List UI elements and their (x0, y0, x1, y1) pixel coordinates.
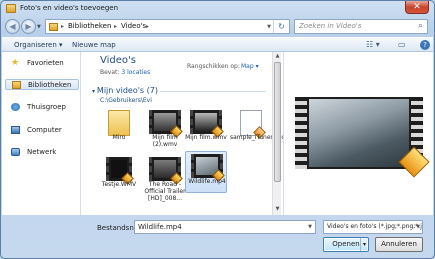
star-icon: ★ (11, 58, 20, 68)
command-bar: Organiseren ▾ Nieuwe map ☷ ▾ ▭ ? (2, 37, 433, 52)
sidebar-item-label: Netwerk (27, 148, 57, 156)
group-divider (160, 91, 266, 92)
sidebar-item-label: Thuisgroep (27, 103, 66, 111)
video-thumbnail-icon (149, 157, 183, 185)
breadcrumb-separator[interactable]: ▸ (61, 23, 64, 30)
breadcrumb-bibliotheken[interactable]: Bibliotheken (68, 22, 111, 30)
video-thumbnail-icon (106, 157, 134, 185)
filename-value: Wildlife.mp4 (138, 223, 182, 231)
file-list-pane: Video's Bevat: 3 locaties Rangschikken o… (82, 52, 289, 215)
refresh-button[interactable]: ↻ (273, 20, 289, 33)
sidebar-item-bibliotheken[interactable]: Bibliotheken (5, 79, 79, 90)
preview-pane (283, 52, 433, 215)
file-item-miro[interactable]: Miro (98, 108, 140, 156)
film-strip-left (295, 97, 307, 169)
sidebar-item-label: Computer (27, 126, 62, 134)
homegroup-icon (11, 103, 20, 111)
recent-pages-dropdown[interactable]: ▼ (37, 24, 41, 30)
group-title: Mijn video's (7) (96, 86, 158, 95)
breadcrumb-separator[interactable]: ▸ (146, 23, 149, 30)
library-icon (49, 23, 58, 31)
new-folder-button[interactable]: Nieuwe map (72, 41, 116, 49)
library-includes: Bevat: 3 locaties (100, 69, 150, 76)
open-button[interactable]: Openen ▾ (323, 237, 369, 252)
search-icon[interactable]: ⌕ (418, 21, 423, 31)
folder-icon (6, 4, 16, 13)
file-item-wildlife[interactable]: Wildlife.mp4 (185, 151, 227, 193)
file-name: Mijn film.wmv (185, 134, 227, 141)
forward-button[interactable]: ▶ (21, 19, 36, 34)
library-header: Video's Bevat: 3 locaties Rangschikken o… (82, 52, 282, 82)
preview-image (309, 99, 409, 167)
breadcrumb-separator[interactable]: ▸ (114, 23, 117, 30)
video-thumbnail-icon (149, 110, 183, 138)
dialog-window: Foto's en video's toevoegen ✕ ◀ ▶ ▼ ▸ Bi… (0, 0, 435, 259)
address-bar[interactable]: ▸ Bibliotheken ▸ Video's ▸ ▼ ↻ (45, 19, 290, 34)
sidebar-item-favorieten[interactable]: ★ Favorieten (5, 58, 79, 69)
filetype-value: Video's en foto's (*.jpg;*.png;*.j (327, 223, 422, 230)
document-icon (240, 110, 266, 139)
search-input[interactable]: Zoeken in Video's ⌕ (294, 19, 428, 34)
file-name: Wildlife.mp4 (188, 178, 226, 185)
file-name: The Road - Official Trailer [HD]_008... (144, 181, 186, 202)
window-title: Foto's en video's toevoegen (20, 4, 119, 12)
network-icon (11, 148, 20, 156)
open-label: Openen (332, 240, 360, 248)
search-placeholder: Zoeken in Video's (299, 22, 362, 30)
sidebar-item-computer[interactable]: Computer (5, 125, 79, 136)
locations-link[interactable]: 3 locaties (121, 69, 150, 76)
scroll-up-icon[interactable]: ▲ (274, 53, 281, 61)
computer-icon (11, 126, 20, 134)
sidebar-item-thuisgroep[interactable]: Thuisgroep (5, 102, 79, 113)
file-item-sample-itunes[interactable]: sample_iTunes.mov (230, 108, 289, 156)
filename-field[interactable]: Wildlife.mp4 ▼ (134, 220, 316, 234)
file-item-mijn-film-2[interactable]: Mijn film (2).wmv (144, 108, 186, 156)
organize-button[interactable]: Organiseren ▾ (14, 41, 63, 49)
video-thumbnail-icon (191, 154, 225, 182)
file-item-mijn-film[interactable]: Mijn film.wmv (185, 108, 227, 156)
includes-label: Bevat: (100, 69, 120, 76)
group-path: C:\Gebruikers\Evi (100, 97, 152, 104)
filetype-select[interactable]: Video's en foto's (*.jpg;*.png;*.j ▼ (323, 220, 423, 234)
view-options-icon[interactable]: ☷ ▾ (366, 40, 380, 49)
sidebar-item-label: Favorieten (27, 59, 64, 67)
sidebar-item-label: Bibliotheken (28, 81, 72, 89)
sidebar-item-netwerk[interactable]: Netwerk (5, 147, 79, 158)
arrange-label: Rangschikken op: (187, 63, 240, 70)
scroll-down-icon[interactable]: ▼ (274, 206, 281, 214)
navigation-pane: ★ Favorieten Bibliotheken Thuisgroep Com… (2, 52, 81, 215)
bottom-bar: Bestandsnaam: Wildlife.mp4 ▼ Video's en … (2, 215, 433, 259)
filename-dropdown-icon[interactable]: ▼ (308, 224, 312, 230)
arrange-dropdown[interactable]: Map ▾ (241, 63, 259, 70)
open-split-icon[interactable]: ▾ (359, 238, 366, 251)
folder-icon (108, 110, 130, 136)
title-bar: Foto's en video's toevoegen ✕ (1, 1, 434, 17)
help-icon[interactable]: ? (420, 40, 430, 50)
file-name: Miro (112, 134, 126, 141)
content-area: ★ Favorieten Bibliotheken Thuisgroep Com… (2, 52, 433, 215)
cancel-button[interactable]: Annuleren (375, 237, 423, 252)
video-preview (295, 97, 430, 178)
library-title: Video's (100, 55, 136, 66)
breadcrumb-videos[interactable]: Video's (121, 22, 146, 30)
back-button[interactable]: ◀ (5, 19, 20, 34)
video-thumbnail-icon (190, 110, 224, 138)
library-icon (12, 81, 21, 89)
scrollbar-thumb[interactable] (274, 62, 281, 182)
preview-pane-icon[interactable]: ▭ (398, 40, 406, 49)
filetype-dropdown-icon[interactable]: ▼ (416, 224, 420, 230)
group-header[interactable]: ▾ Mijn video's (7) (92, 86, 158, 95)
file-item-the-road-trailer[interactable]: The Road - Official Trailer [HD]_008... (144, 155, 186, 215)
close-button[interactable]: ✕ (405, 1, 429, 14)
file-name: Mijn film (2).wmv (152, 134, 178, 148)
navigation-bar: ◀ ▶ ▼ ▸ Bibliotheken ▸ Video's ▸ ▼ ↻ Zoe… (1, 17, 434, 37)
file-name: sample_iTunes.mov (230, 134, 289, 141)
vertical-scrollbar[interactable]: ▲ ▼ (272, 52, 281, 215)
address-dropdown[interactable]: ▼ (267, 24, 271, 30)
file-name: Testje.WMV (101, 181, 137, 188)
file-item-testje[interactable]: Testje.WMV (98, 155, 140, 203)
